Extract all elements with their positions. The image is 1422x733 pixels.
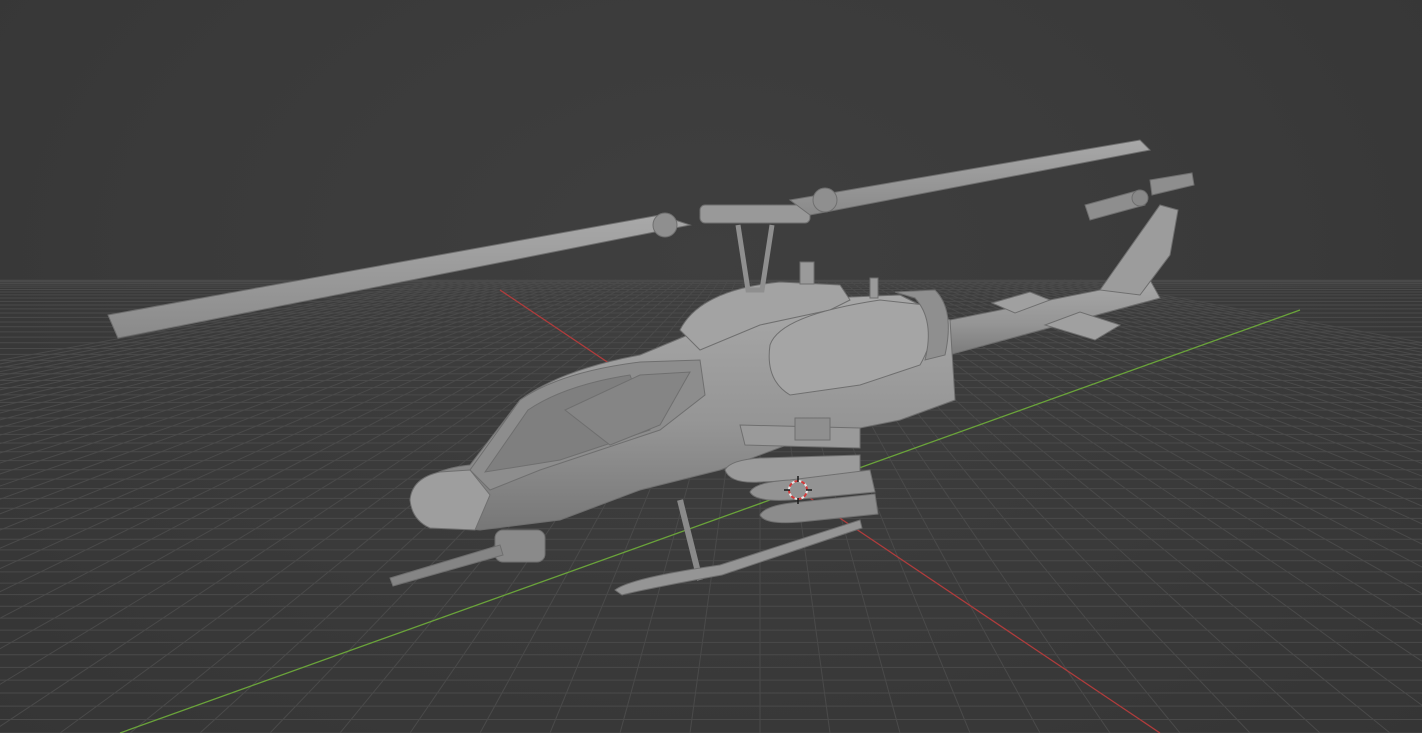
grid-line [975,279,1422,402]
3d-viewport[interactable] [0,0,1422,733]
grid-line [991,279,1422,389]
grid-line [1015,279,1422,374]
grid-line [951,279,1422,424]
viewport-canvas[interactable] [0,0,1422,733]
grid-line [1079,279,1422,343]
grid-line [0,279,441,361]
grid-line [1039,279,1422,361]
grid-line [959,279,1422,416]
grid-line [0,279,473,377]
grid-line [1023,279,1422,369]
grid-line [983,279,1422,395]
